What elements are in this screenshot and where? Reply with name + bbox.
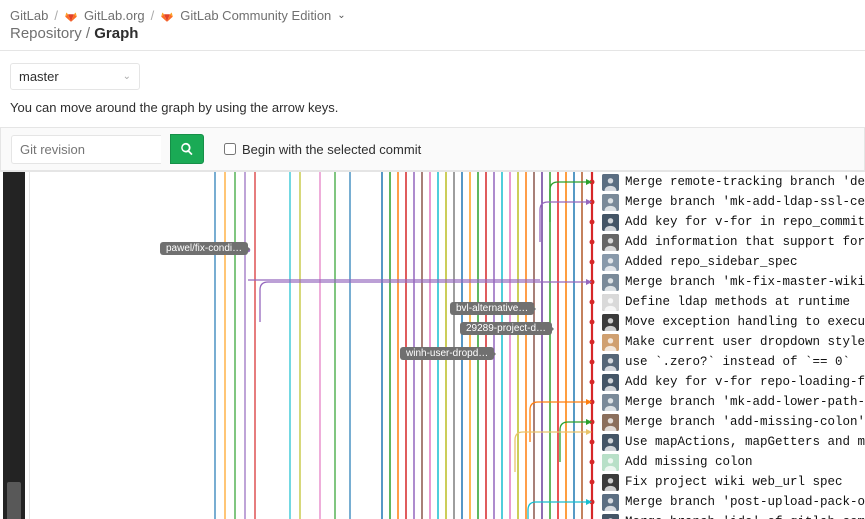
commit-message: Move exception handling to execute	[625, 315, 865, 329]
avatar	[602, 434, 619, 451]
breadcrumb: GitLab / GitLab.org / GitLab Community E…	[0, 0, 865, 25]
search-button[interactable]	[170, 134, 204, 164]
commit-message: Add key for v-for repo-loading-file i	[625, 375, 865, 389]
avatar	[602, 214, 619, 231]
commit-message: Use mapActions, mapGetters and mapMut	[625, 435, 865, 449]
commit-row[interactable]: Move exception handling to execute	[600, 312, 865, 332]
graph-hint-text: You can move around the graph by using t…	[0, 90, 865, 127]
checkbox-text: Begin with the selected commit	[242, 142, 421, 157]
avatar	[602, 314, 619, 331]
breadcrumb-org[interactable]: GitLab.org	[84, 8, 145, 23]
commit-row[interactable]: use `.zero?` instead of `== 0`	[600, 352, 865, 372]
avatar	[602, 354, 619, 371]
commit-message: Merge branch 'add-missing-colon' into	[625, 415, 865, 429]
branch-ref-tag[interactable]: bvl-alternative…	[450, 302, 534, 315]
commit-graph-canvas	[30, 172, 600, 519]
begin-with-commit-checkbox[interactable]	[224, 143, 236, 155]
avatar	[602, 394, 619, 411]
section-name: Repository	[10, 25, 82, 42]
commit-message: Add information that support for prom	[625, 235, 865, 249]
avatar	[602, 174, 619, 191]
avatar	[602, 494, 619, 511]
avatar	[602, 374, 619, 391]
commit-message: Merge branch 'mk-add-lower-path-index	[625, 395, 865, 409]
commit-message: Merge branch 'mk-add-ldap-ssl-certifi	[625, 195, 865, 209]
commit-list: Merge remote-tracking branch 'dev/mas Mer…	[600, 172, 865, 519]
avatar	[602, 234, 619, 251]
commit-message: Merge branch 'post-upload-pack-opt-ou	[625, 495, 865, 509]
graph-scrollbar-thumb[interactable]	[7, 482, 21, 519]
commit-message: Add key for v-for in repo_commit_sect	[625, 215, 865, 229]
avatar	[602, 274, 619, 291]
avatar	[602, 334, 619, 351]
breadcrumb-root[interactable]: GitLab	[10, 8, 48, 23]
commit-row[interactable]: Merge branch 'mk-add-lower-path-index	[600, 392, 865, 412]
avatar	[602, 474, 619, 491]
avatar	[602, 254, 619, 271]
avatar	[602, 194, 619, 211]
commit-message: Fix project wiki web_url spec	[625, 475, 843, 489]
commit-row[interactable]: Merge branch 'add-missing-colon' into	[600, 412, 865, 432]
commit-message: Added repo_sidebar_spec	[625, 255, 798, 269]
header-divider	[0, 50, 865, 51]
network-graph[interactable]: pawel/fix-condi… bvl-alternative… 29289-pr…	[0, 171, 865, 519]
commit-row[interactable]: Merge branch 'post-upload-pack-opt-ou	[600, 492, 865, 512]
commit-message: Merge remote-tracking branch 'dev/mas	[625, 175, 865, 189]
commit-row[interactable]: Add missing colon	[600, 452, 865, 472]
avatar	[602, 294, 619, 311]
commit-row[interactable]: Define ldap methods at runtime	[600, 292, 865, 312]
branch-ref-tag[interactable]: pawel/fix-condi…	[160, 242, 248, 255]
branch-ref-tag[interactable]: winh-user-dropd…	[400, 347, 494, 360]
avatar	[602, 514, 619, 519]
graph-scrollbar-track[interactable]	[0, 172, 30, 519]
page-name: Graph	[94, 25, 138, 42]
commit-row[interactable]: Merge branch 'ide' of gitlab.com:gitl	[600, 512, 865, 519]
commit-row[interactable]: Add information that support for prom	[600, 232, 865, 252]
branch-ref-tag[interactable]: 29289-project-d…	[460, 322, 552, 335]
revision-search-bar: Begin with the selected commit	[0, 127, 865, 171]
chevron-down-icon: ⌄	[123, 71, 131, 82]
branch-dropdown[interactable]: master ⌄	[10, 63, 140, 90]
gitlab-logo-icon	[64, 9, 78, 23]
search-icon	[180, 142, 194, 156]
gitlab-logo-icon	[160, 9, 174, 23]
commit-message: use `.zero?` instead of `== 0`	[625, 355, 850, 369]
avatar	[602, 454, 619, 471]
page-title: Repository / Graph	[0, 25, 865, 50]
commit-message: Merge branch 'mk-fix-master-wiki-web-	[625, 275, 865, 289]
commit-row[interactable]: Use mapActions, mapGetters and mapMut	[600, 432, 865, 452]
breadcrumb-project[interactable]: GitLab Community Edition	[180, 8, 331, 23]
commit-row[interactable]: Merge branch 'mk-fix-master-wiki-web-	[600, 272, 865, 292]
breadcrumb-separator: /	[54, 8, 58, 23]
commit-message: Add missing colon	[625, 455, 753, 469]
commit-row[interactable]: Fix project wiki web_url spec	[600, 472, 865, 492]
chevron-down-icon[interactable]: ⌄	[337, 10, 345, 21]
commit-row[interactable]: Add key for v-for in repo_commit_sect	[600, 212, 865, 232]
commit-message: Define ldap methods at runtime	[625, 295, 850, 309]
begin-with-commit-checkbox-label[interactable]: Begin with the selected commit	[224, 142, 421, 157]
commit-row[interactable]: Added repo_sidebar_spec	[600, 252, 865, 272]
branch-dropdown-label: master	[19, 69, 59, 84]
avatar	[602, 414, 619, 431]
commit-row[interactable]: Make current user dropdown style cons	[600, 332, 865, 352]
commit-row[interactable]: Add key for v-for repo-loading-file i	[600, 372, 865, 392]
commit-message: Merge branch 'ide' of gitlab.com:gitl	[625, 515, 865, 519]
commit-row[interactable]: Merge remote-tracking branch 'dev/mas	[600, 172, 865, 192]
git-revision-input[interactable]	[11, 135, 161, 164]
breadcrumb-separator: /	[151, 8, 155, 23]
commit-row[interactable]: Merge branch 'mk-add-ldap-ssl-certifi	[600, 192, 865, 212]
commit-message: Make current user dropdown style cons	[625, 335, 865, 349]
